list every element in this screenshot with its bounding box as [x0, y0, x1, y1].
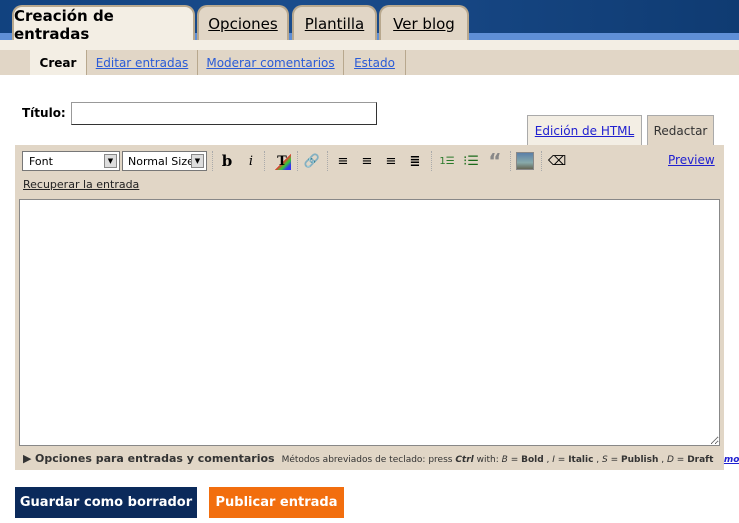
- link-icon[interactable]: 🔗: [303, 152, 321, 170]
- tab-ver-blog[interactable]: Ver blog: [379, 5, 469, 40]
- separator: [541, 151, 542, 171]
- italic-icon[interactable]: i: [242, 152, 260, 170]
- tab-html-edit[interactable]: Edición de HTML: [527, 115, 642, 145]
- post-options-toggle[interactable]: Opciones para entradas y comentarios: [35, 452, 275, 465]
- bullet-list-icon[interactable]: ⁝☰: [462, 152, 480, 170]
- expand-arrow-icon[interactable]: ▶: [23, 452, 31, 465]
- justify-icon[interactable]: ≣: [406, 152, 424, 170]
- separator: [327, 151, 328, 171]
- align-left-icon[interactable]: ≡: [334, 152, 352, 170]
- separator: [510, 151, 511, 171]
- recover-link[interactable]: Recuperar la entrada: [23, 178, 139, 191]
- numbered-list-icon[interactable]: 1☰: [438, 152, 456, 170]
- more-link[interactable]: more »: [724, 455, 739, 465]
- separator: [264, 151, 265, 171]
- subtab-moderar-comentarios[interactable]: Moderar comentarios: [198, 50, 344, 75]
- font-select[interactable]: Font ▼: [22, 151, 120, 171]
- separator: [212, 151, 213, 171]
- tab-compose[interactable]: Redactar: [647, 115, 714, 145]
- tab-opciones[interactable]: Opciones: [197, 5, 289, 40]
- subtab-estado[interactable]: Estado: [344, 50, 406, 75]
- align-center-icon[interactable]: ≡: [358, 152, 376, 170]
- align-right-icon[interactable]: ≡: [382, 152, 400, 170]
- separator: [431, 151, 432, 171]
- subtab-editar-entradas[interactable]: Editar entradas: [87, 50, 198, 75]
- text-color-icon[interactable]: T: [273, 152, 291, 170]
- eraser-icon[interactable]: ⌫: [548, 152, 566, 170]
- blockquote-icon[interactable]: “: [486, 149, 504, 173]
- font-value: Font: [29, 154, 53, 168]
- title-input[interactable]: [71, 102, 377, 125]
- separator: [297, 151, 298, 171]
- title-label: Título:: [22, 106, 66, 120]
- chevron-down-icon: ▼: [104, 154, 117, 168]
- preview-link[interactable]: Preview: [668, 153, 715, 167]
- bold-icon[interactable]: b: [218, 152, 236, 170]
- publish-button[interactable]: Publicar entrada: [209, 487, 344, 518]
- size-value: Normal Size: [128, 154, 194, 168]
- editor-footer: ▶ Opciones para entradas y comentarios M…: [23, 452, 739, 465]
- subnav: Crear Editar entradas Moderar comentario…: [0, 50, 739, 75]
- shortcuts-text: Métodos abreviados de teclado: press Ctr…: [281, 455, 714, 465]
- image-icon[interactable]: [516, 152, 534, 170]
- subnav-top: [0, 40, 739, 50]
- post-body-editor[interactable]: [19, 199, 720, 446]
- size-select[interactable]: Normal Size ▼: [122, 151, 207, 171]
- chevron-down-icon: ▼: [191, 154, 204, 168]
- save-draft-button[interactable]: Guardar como borrador: [15, 487, 197, 518]
- editor: Font ▼ Normal Size ▼ b i T 🔗 ≡ ≡ ≡ ≣ 1☰ ⁝☰…: [15, 145, 739, 470]
- subtab-crear[interactable]: Crear: [30, 50, 87, 75]
- tab-creacion[interactable]: Creación de entradas: [12, 5, 195, 43]
- tab-plantilla[interactable]: Plantilla: [292, 5, 377, 40]
